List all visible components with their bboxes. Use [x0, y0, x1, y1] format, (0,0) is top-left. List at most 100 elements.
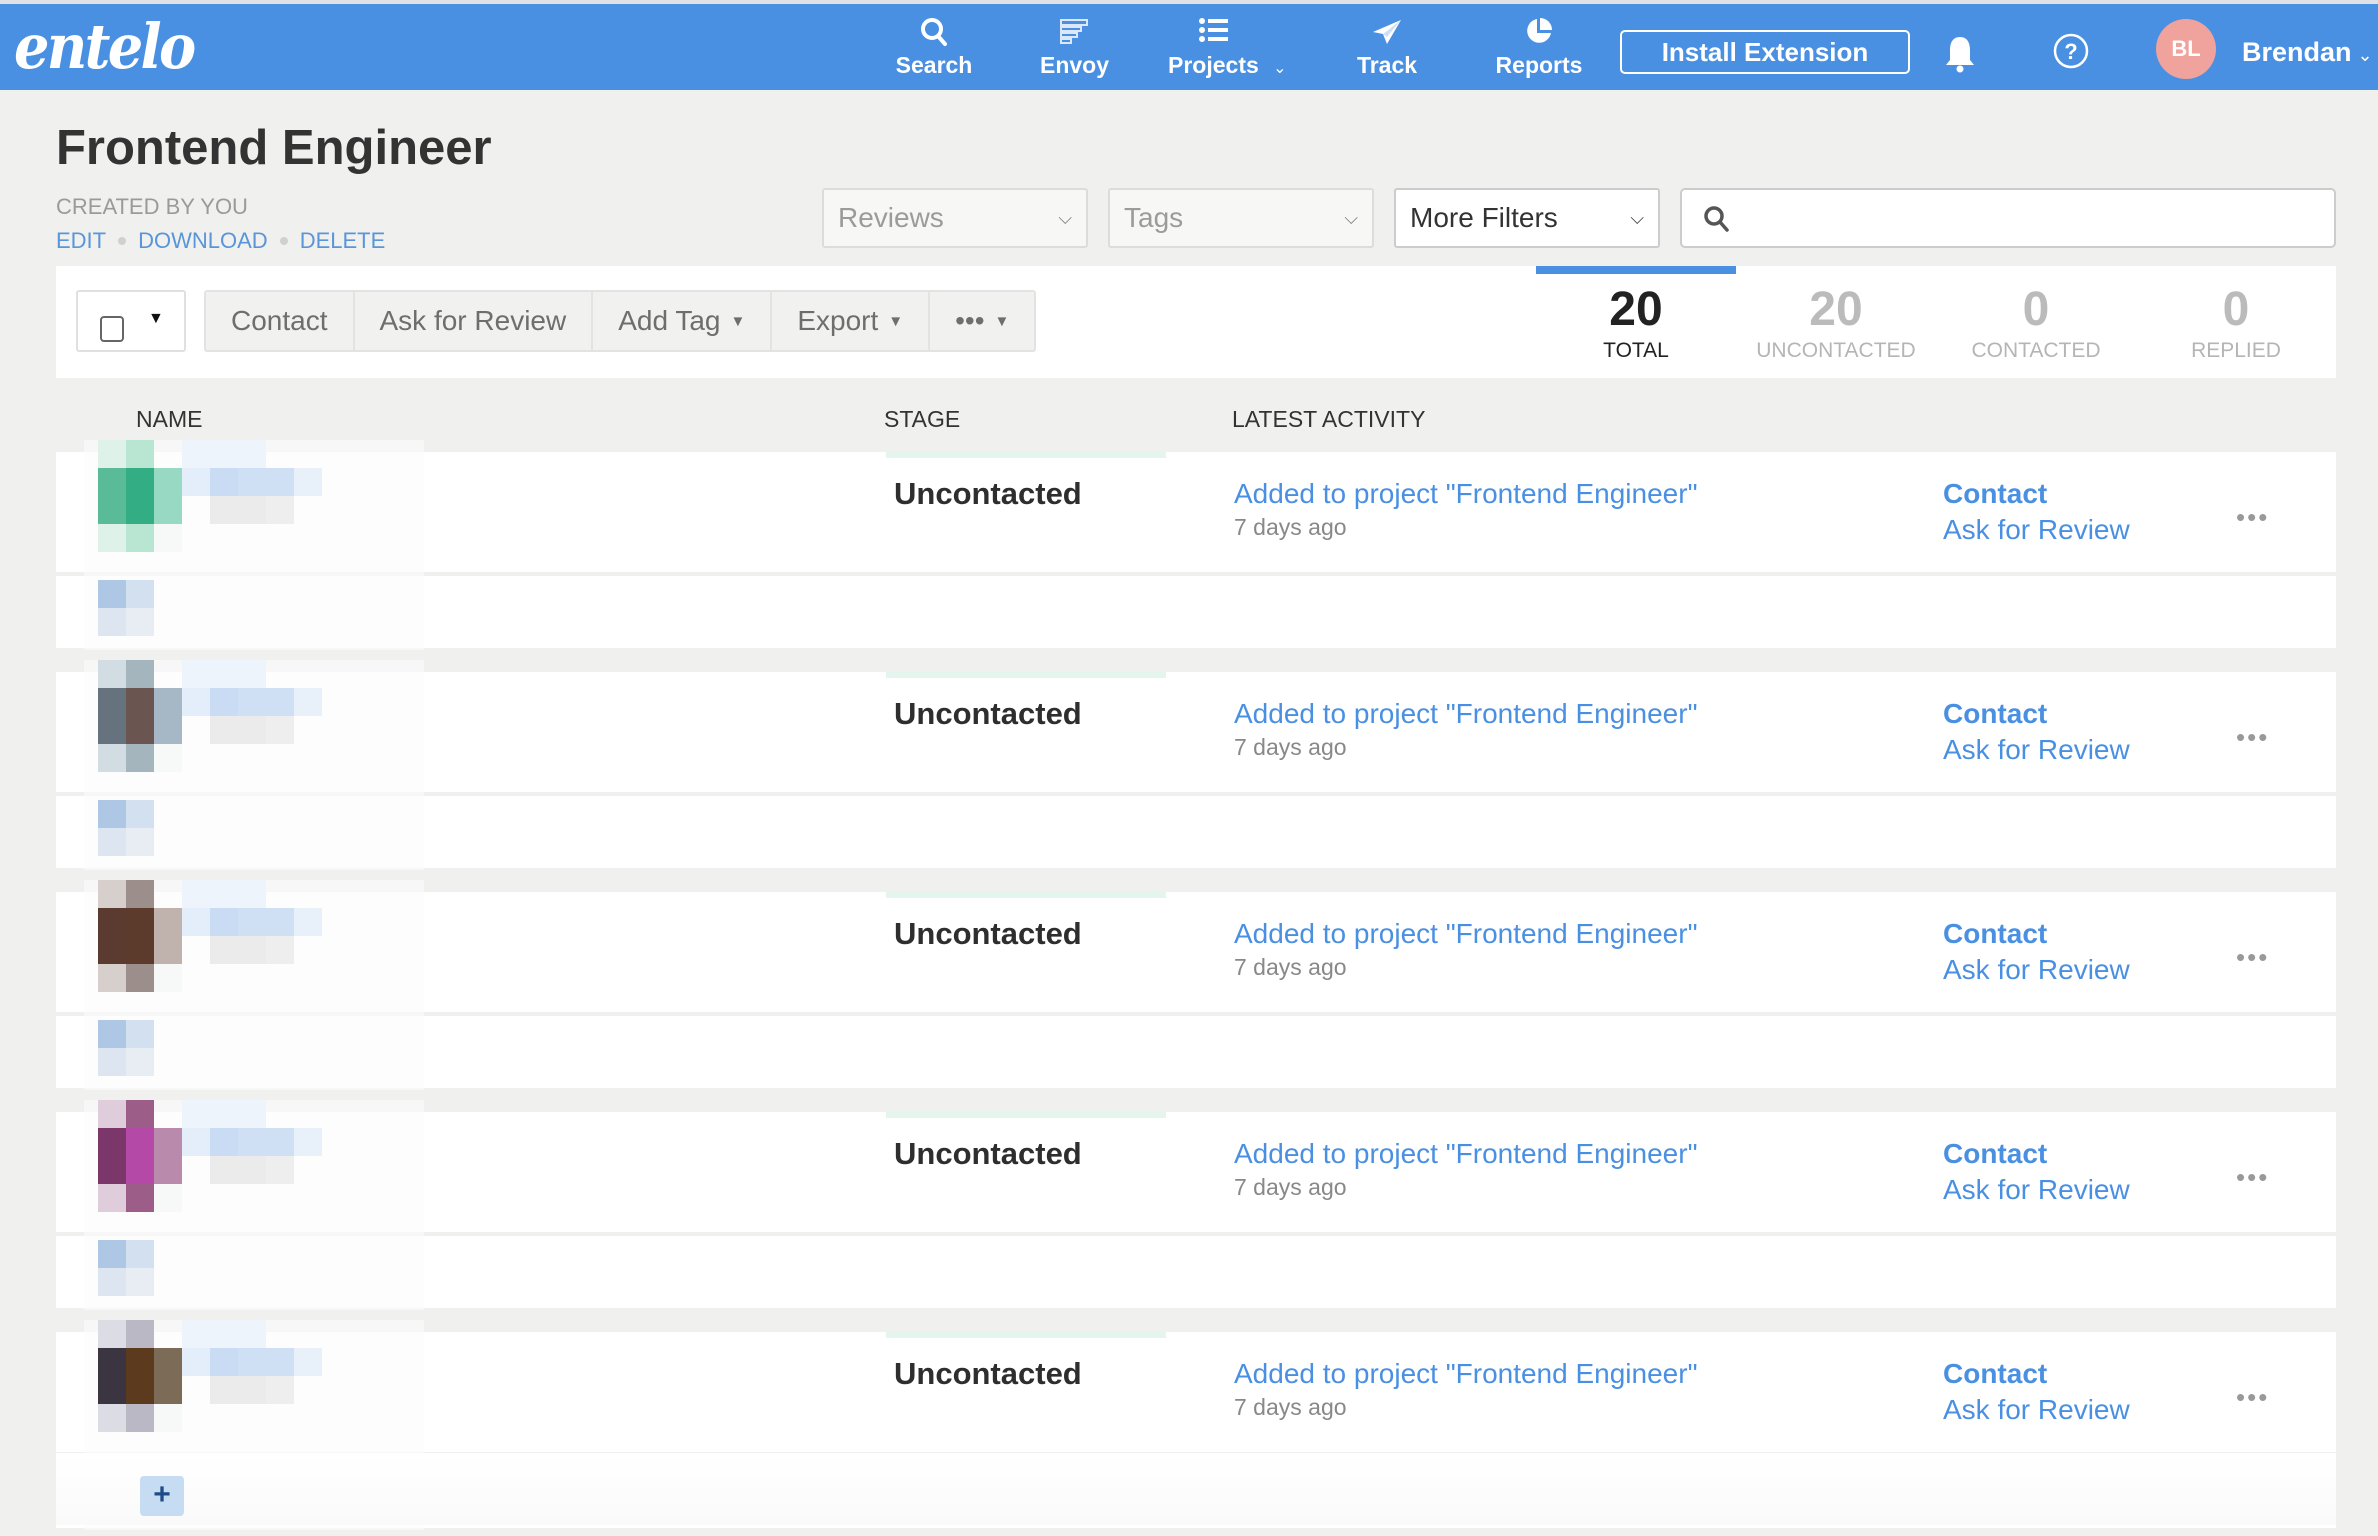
bell-icon[interactable]: [1942, 34, 1978, 79]
latest-activity-link[interactable]: Added to project "Frontend Engineer": [1234, 478, 1698, 510]
row-ask-for-review-link[interactable]: Ask for Review: [1943, 954, 2130, 986]
stat-total-value: 20: [1609, 283, 1663, 336]
select-all-dropdown[interactable]: ▼: [76, 290, 186, 352]
caret-down-icon: ▼: [994, 313, 1010, 330]
install-extension-button[interactable]: Install Extension: [1620, 30, 1910, 74]
select-all-checkbox[interactable]: [100, 316, 124, 342]
chevron-down-icon: ⌄: [1273, 60, 1287, 77]
envoy-icon: [1040, 16, 1108, 50]
user-name: Brendan: [2242, 37, 2352, 67]
download-link[interactable]: DOWNLOAD: [138, 228, 268, 253]
user-avatar[interactable]: BL: [2156, 19, 2216, 79]
candidate-photo-redacted[interactable]: [84, 1100, 424, 1315]
created-by-label: CREATED BY YOU: [56, 194, 248, 219]
delete-link[interactable]: DELETE: [300, 228, 386, 253]
stage-label: Uncontacted: [894, 476, 1082, 511]
candidate-photo-redacted[interactable]: [84, 880, 424, 1095]
help-icon[interactable]: ?: [2052, 32, 2090, 75]
row-ask-for-review-link[interactable]: Ask for Review: [1943, 734, 2130, 766]
add-tag-label: Add Tag: [618, 305, 721, 336]
chevron-down-icon: ⌵: [1630, 208, 1644, 228]
stage-label: Uncontacted: [894, 916, 1082, 951]
stage-indicator: [886, 892, 1166, 898]
search-input[interactable]: [1742, 194, 2322, 242]
row-contact-link[interactable]: Contact: [1943, 1138, 2047, 1170]
svg-text:?: ?: [2064, 39, 2077, 64]
nav-reports-label: Reports: [1495, 52, 1583, 78]
candidate-photo-redacted[interactable]: [84, 660, 424, 875]
tags-filter[interactable]: Tags ⌵: [1108, 188, 1374, 248]
nav-search[interactable]: Search: [886, 16, 982, 79]
stat-replied-value: 0: [2222, 283, 2250, 336]
latest-activity-link[interactable]: Added to project "Frontend Engineer": [1234, 1358, 1698, 1390]
latest-activity-link[interactable]: Added to project "Frontend Engineer": [1234, 918, 1698, 950]
nav-envoy[interactable]: Envoy: [1040, 16, 1110, 79]
stat-contacted[interactable]: 0 CONTACTED: [1936, 266, 2136, 378]
reviews-filter[interactable]: Reviews ⌵: [822, 188, 1088, 248]
candidate-photo-redacted[interactable]: [84, 440, 424, 655]
row-more-icon[interactable]: •••: [2236, 1162, 2269, 1193]
activity-time: 7 days ago: [1234, 514, 1347, 540]
stat-contacted-label: CONTACTED: [1971, 339, 2101, 362]
add-candidate-button[interactable]: +: [140, 1476, 184, 1516]
search-icon: [886, 16, 982, 50]
pie-chart-icon: [1494, 16, 1584, 50]
entelo-logo[interactable]: entelo: [14, 10, 196, 83]
row-more-icon[interactable]: •••: [2236, 1382, 2269, 1413]
stage-label: Uncontacted: [894, 1356, 1082, 1391]
activity-time: 7 days ago: [1234, 954, 1347, 980]
stage-indicator: [886, 452, 1166, 458]
reviews-filter-label: Reviews: [838, 202, 944, 233]
nav-projects[interactable]: Projects ⌄: [1168, 16, 1294, 79]
bulk-ask-for-review-button[interactable]: Ask for Review: [355, 292, 594, 350]
latest-activity-link[interactable]: Added to project "Frontend Engineer": [1234, 1138, 1698, 1170]
top-navbar: entelo Search Envoy Projects ⌄ Track Rep…: [0, 4, 2378, 90]
chevron-down-icon: ⌵: [1058, 208, 1072, 228]
stage-indicator: [886, 1112, 1166, 1118]
row-ask-for-review-link[interactable]: Ask for Review: [1943, 1174, 2130, 1206]
stat-total-label: TOTAL: [1603, 339, 1669, 362]
stat-total[interactable]: 20 TOTAL: [1536, 266, 1736, 378]
activity-time: 7 days ago: [1234, 1174, 1347, 1200]
activity-time: 7 days ago: [1234, 734, 1347, 760]
separator-dot: [279, 236, 288, 245]
row-contact-link[interactable]: Contact: [1943, 478, 2047, 510]
row-more-icon[interactable]: •••: [2236, 502, 2269, 533]
nav-track[interactable]: Track: [1354, 16, 1420, 79]
nav-reports[interactable]: Reports: [1494, 16, 1584, 79]
nav-track-label: Track: [1356, 52, 1418, 78]
more-filters-dropdown[interactable]: More Filters ⌵: [1394, 188, 1660, 248]
more-actions-dropdown[interactable]: ••• ▼: [930, 292, 1034, 350]
user-menu[interactable]: Brendan ⌄: [2242, 37, 2373, 68]
stat-replied[interactable]: 0 REPLIED: [2136, 266, 2336, 378]
column-header-latest-activity[interactable]: LATEST ACTIVITY: [1232, 406, 1425, 433]
add-tag-dropdown[interactable]: Add Tag ▼: [593, 292, 773, 350]
row-contact-link[interactable]: Contact: [1943, 1358, 2047, 1390]
row-ask-for-review-link[interactable]: Ask for Review: [1943, 514, 2130, 546]
chevron-down-icon: ⌵: [1344, 208, 1358, 228]
row-ask-for-review-link[interactable]: Ask for Review: [1943, 1394, 2130, 1426]
row-contact-link[interactable]: Contact: [1943, 918, 2047, 950]
stat-uncontacted-label: UNCONTACTED: [1756, 339, 1916, 362]
edit-link[interactable]: EDIT: [56, 228, 106, 253]
more-dots-icon: •••: [955, 305, 985, 336]
stage-indicator: [886, 1332, 1166, 1338]
row-contact-link[interactable]: Contact: [1943, 698, 2047, 730]
bulk-action-buttons: Contact Ask for Review Add Tag ▼ Export ▼ …: [204, 290, 1037, 352]
stage-label: Uncontacted: [894, 696, 1082, 731]
nav-envoy-label: Envoy: [1040, 52, 1110, 78]
latest-activity-link[interactable]: Added to project "Frontend Engineer": [1234, 698, 1698, 730]
column-header-name[interactable]: NAME: [136, 406, 202, 433]
bulk-actions-panel: ▼ Contact Ask for Review Add Tag ▼ Export…: [56, 266, 2336, 378]
list-footer: [56, 1453, 2336, 1525]
more-filters-label: More Filters: [1410, 202, 1558, 233]
column-header-stage[interactable]: STAGE: [884, 406, 960, 433]
export-label: Export: [797, 305, 879, 336]
stat-uncontacted[interactable]: 20 UNCONTACTED: [1736, 266, 1936, 378]
bulk-contact-button[interactable]: Contact: [206, 292, 355, 350]
export-dropdown[interactable]: Export ▼: [772, 292, 931, 350]
stat-contacted-value: 0: [2022, 283, 2050, 336]
row-more-icon[interactable]: •••: [2236, 942, 2269, 973]
activity-time: 7 days ago: [1234, 1394, 1347, 1420]
row-more-icon[interactable]: •••: [2236, 722, 2269, 753]
